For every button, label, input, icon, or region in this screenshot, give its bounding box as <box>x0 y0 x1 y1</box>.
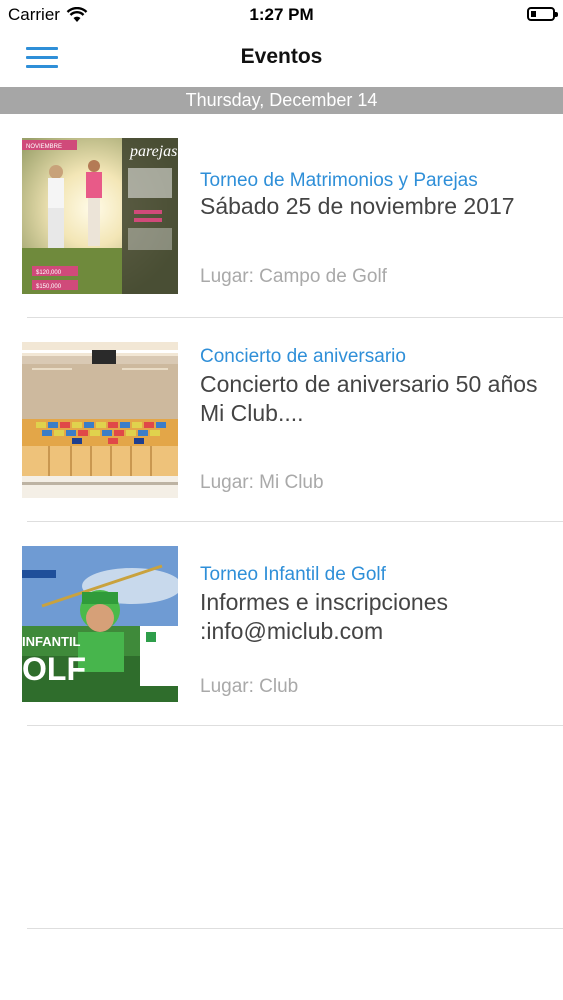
navigation-bar: Eventos <box>0 30 563 86</box>
status-time: 1:27 PM <box>249 5 314 24</box>
battery-icon <box>527 7 558 21</box>
svg-text:$120,000: $120,000 <box>36 270 62 276</box>
page-title: Eventos <box>240 45 323 68</box>
event-location: Lugar: Club <box>200 676 299 697</box>
event-row[interactable]: Concierto de aniversario Concierto de an… <box>0 318 563 522</box>
event-title: Torneo de Matrimonios y Parejas <box>200 170 478 191</box>
event-location: Lugar: Campo de Golf <box>200 266 387 287</box>
event-thumbnail <box>22 342 178 498</box>
concert-hall-image <box>22 342 178 498</box>
event-thumbnail: INFANTIL OLF <box>22 546 178 702</box>
event-title: Torneo Infantil de Golf <box>200 564 386 585</box>
event-row[interactable]: NOVIEMBRE parejas $120,000 $150,000 Torn… <box>0 114 563 318</box>
row-divider <box>27 725 563 726</box>
event-description: Concierto de aniversario 50 años Mi Club… <box>200 371 538 426</box>
status-bar: Carrier 1:27 PM <box>0 0 563 30</box>
row-divider <box>27 928 563 929</box>
event-location: Lugar: Mi Club <box>200 472 324 493</box>
svg-text:NOVIEMBRE: NOVIEMBRE <box>26 144 62 150</box>
date-section-header: Thursday, December 14 <box>0 87 563 114</box>
event-description: Informes e inscripciones :info@miclub.co… <box>200 589 448 644</box>
svg-text:OLF: OLF <box>22 651 86 687</box>
svg-text:parejas: parejas <box>129 143 177 160</box>
event-description: Sábado 25 de noviembre 2017 <box>200 193 515 219</box>
event-row[interactable]: INFANTIL OLF Torneo Infantil de Golf Inf… <box>0 522 563 726</box>
event-thumbnail: NOVIEMBRE parejas $120,000 $150,000 <box>22 138 178 294</box>
svg-text:INFANTIL: INFANTIL <box>22 634 81 649</box>
svg-text:$150,000: $150,000 <box>36 284 62 290</box>
kids-golf-poster-image: INFANTIL OLF <box>22 546 178 702</box>
event-title: Concierto de aniversario <box>200 346 406 367</box>
golf-couple-poster-image: NOVIEMBRE parejas $120,000 $150,000 <box>22 138 178 294</box>
